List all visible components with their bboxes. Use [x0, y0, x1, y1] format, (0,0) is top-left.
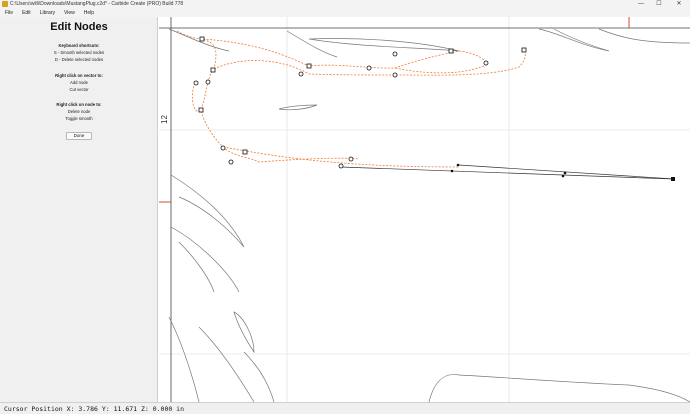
node-point	[298, 71, 304, 77]
done-button[interactable]: Done	[66, 132, 92, 140]
panel-title: Edit Nodes	[50, 21, 108, 33]
node-handle	[306, 63, 312, 69]
selected-path[interactable]	[176, 30, 526, 168]
node-point	[228, 159, 234, 165]
shortcut-delete: D - Delete selected nodes	[54, 57, 104, 62]
node-point	[366, 65, 372, 71]
design-canvas[interactable]	[159, 17, 690, 402]
title-bar: C:\Users\willi\Downloads\MustangPlug.c2d…	[0, 0, 690, 9]
shortcut-smooth: S - Smooth selected nodes	[53, 50, 105, 55]
app-icon	[2, 1, 8, 7]
minimize-button[interactable]: —	[634, 0, 648, 9]
node-handle	[199, 36, 205, 42]
node-point	[205, 79, 211, 85]
menu-view[interactable]: View	[64, 9, 75, 17]
node-handle	[210, 67, 216, 73]
node-toggle-smooth: Toggle smooth	[65, 116, 93, 121]
window-title: C:\Users\willi\Downloads\MustangPlug.c2d…	[10, 1, 184, 7]
edit-nodes-panel: Edit Nodes Keyboard shortcuts: S - Smoot…	[0, 17, 158, 402]
node-delete: Delete node	[67, 109, 91, 114]
path-nodes[interactable]	[193, 36, 527, 169]
vector-heading: Right click on vector to:	[55, 73, 103, 78]
maximize-button[interactable]: ☐	[652, 0, 666, 9]
close-button[interactable]: ✕	[672, 0, 686, 9]
cursor-position: Cursor Position X: 3.786 Y: 11.671 Z: 0.…	[4, 405, 185, 413]
menu-edit[interactable]: Edit	[22, 9, 31, 17]
node-heading: Right click on node to:	[56, 102, 102, 107]
ruler-label: 12	[160, 115, 169, 124]
canvas-drawing[interactable]	[159, 17, 690, 402]
design-vectors[interactable]	[168, 28, 690, 402]
status-bar: Cursor Position X: 3.786 Y: 11.671 Z: 0.…	[0, 402, 690, 414]
node-point	[348, 156, 354, 162]
node-point	[338, 163, 344, 169]
menu-file[interactable]: File	[5, 9, 13, 17]
node-handle	[242, 149, 248, 155]
vector-cut: Cut vector	[69, 87, 89, 92]
menu-help[interactable]: Help	[84, 9, 94, 17]
node-point	[193, 80, 199, 86]
node-handle	[448, 48, 454, 54]
node-point	[483, 60, 489, 66]
menu-bar: File Edit Library View Help	[0, 9, 690, 17]
node-handle	[521, 47, 527, 53]
vector-segments[interactable]	[340, 164, 675, 180]
node-point	[392, 51, 398, 57]
shortcuts-heading: Keyboard shortcuts:	[58, 43, 100, 48]
menu-library[interactable]: Library	[40, 9, 55, 17]
node-handle	[198, 107, 204, 113]
node-point	[220, 145, 226, 151]
node-point	[392, 72, 398, 78]
vector-add-node: Add node	[70, 80, 88, 85]
